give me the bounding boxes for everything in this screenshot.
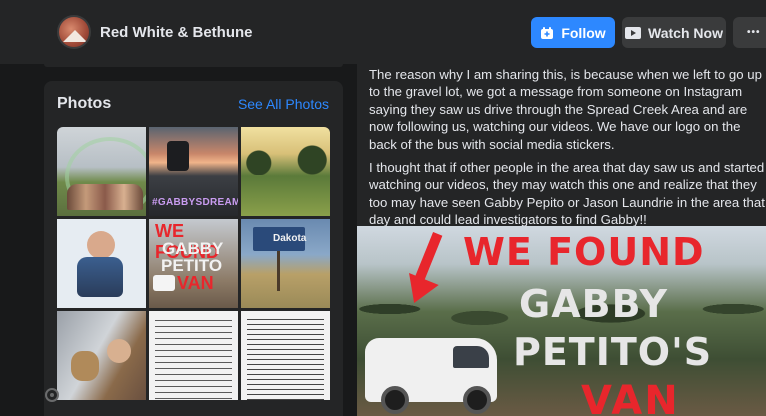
post-paragraph-2: I thought that if other people in the ar… (369, 160, 765, 228)
page-avatar[interactable] (57, 15, 91, 49)
thumb-text-line4: VAN (177, 273, 214, 293)
photo-document-2[interactable] (241, 311, 330, 400)
post-paragraph-1: The reason why I am sharing this, is bec… (369, 67, 762, 152)
video-icon (625, 26, 642, 39)
photo-gabbys-dream[interactable]: #GABBYSDREAM (149, 127, 238, 216)
page-name[interactable]: Red White & Bethune (100, 24, 253, 41)
photo-sunset-field[interactable] (241, 127, 330, 216)
more-options-button[interactable]: ••• (733, 17, 766, 48)
watermark-logo (45, 388, 59, 402)
photo-dog-woman[interactable] (57, 311, 146, 400)
see-all-photos-link[interactable]: See All Photos (238, 96, 329, 112)
photos-title: Photos (57, 95, 112, 112)
watch-now-label: Watch Now (648, 24, 723, 41)
watch-now-button[interactable]: Watch Now (622, 17, 726, 48)
photo-child[interactable] (57, 219, 146, 308)
post-video-thumbnail[interactable]: WE FOUND GABBY PETITO'S VAN (357, 226, 766, 416)
follow-label: Follow (561, 24, 606, 41)
intro-card-bottom (44, 64, 343, 67)
thumbnail-headline-3: PETITO'S (513, 330, 713, 374)
thumbnail-headline-1: WE FOUND (463, 230, 705, 274)
thumbnail-headline-2: GABBY (519, 282, 668, 326)
page-header: Red White & Bethune Follow Watch Now ••• (0, 0, 766, 64)
follow-button[interactable]: Follow (531, 17, 615, 48)
left-column: Photos See All Photos #GABBYSDREAM WE FO… (44, 64, 343, 416)
sign-text: Dakota (273, 233, 307, 244)
thumbnail-headline-4: VAN (581, 378, 680, 416)
photo-family-rainbow[interactable] (57, 127, 146, 216)
photo-we-found-van[interactable]: WE FOUND GABBY PETITO VAN (149, 219, 238, 308)
photos-grid: #GABBYSDREAM WE FOUND GABBY PETITO VAN D… (57, 127, 330, 400)
post-card: The reason why I am sharing this, is bec… (357, 64, 766, 416)
follow-icon (541, 26, 554, 39)
more-dots-icon: ••• (747, 27, 761, 38)
photos-card: Photos See All Photos #GABBYSDREAM WE FO… (44, 81, 343, 416)
photo-caption: #GABBYSDREAM (152, 197, 238, 208)
photo-dakota-sign[interactable]: Dakota (241, 219, 330, 308)
photo-document-1[interactable] (149, 311, 238, 400)
post-text: The reason why I am sharing this, is bec… (369, 66, 766, 229)
